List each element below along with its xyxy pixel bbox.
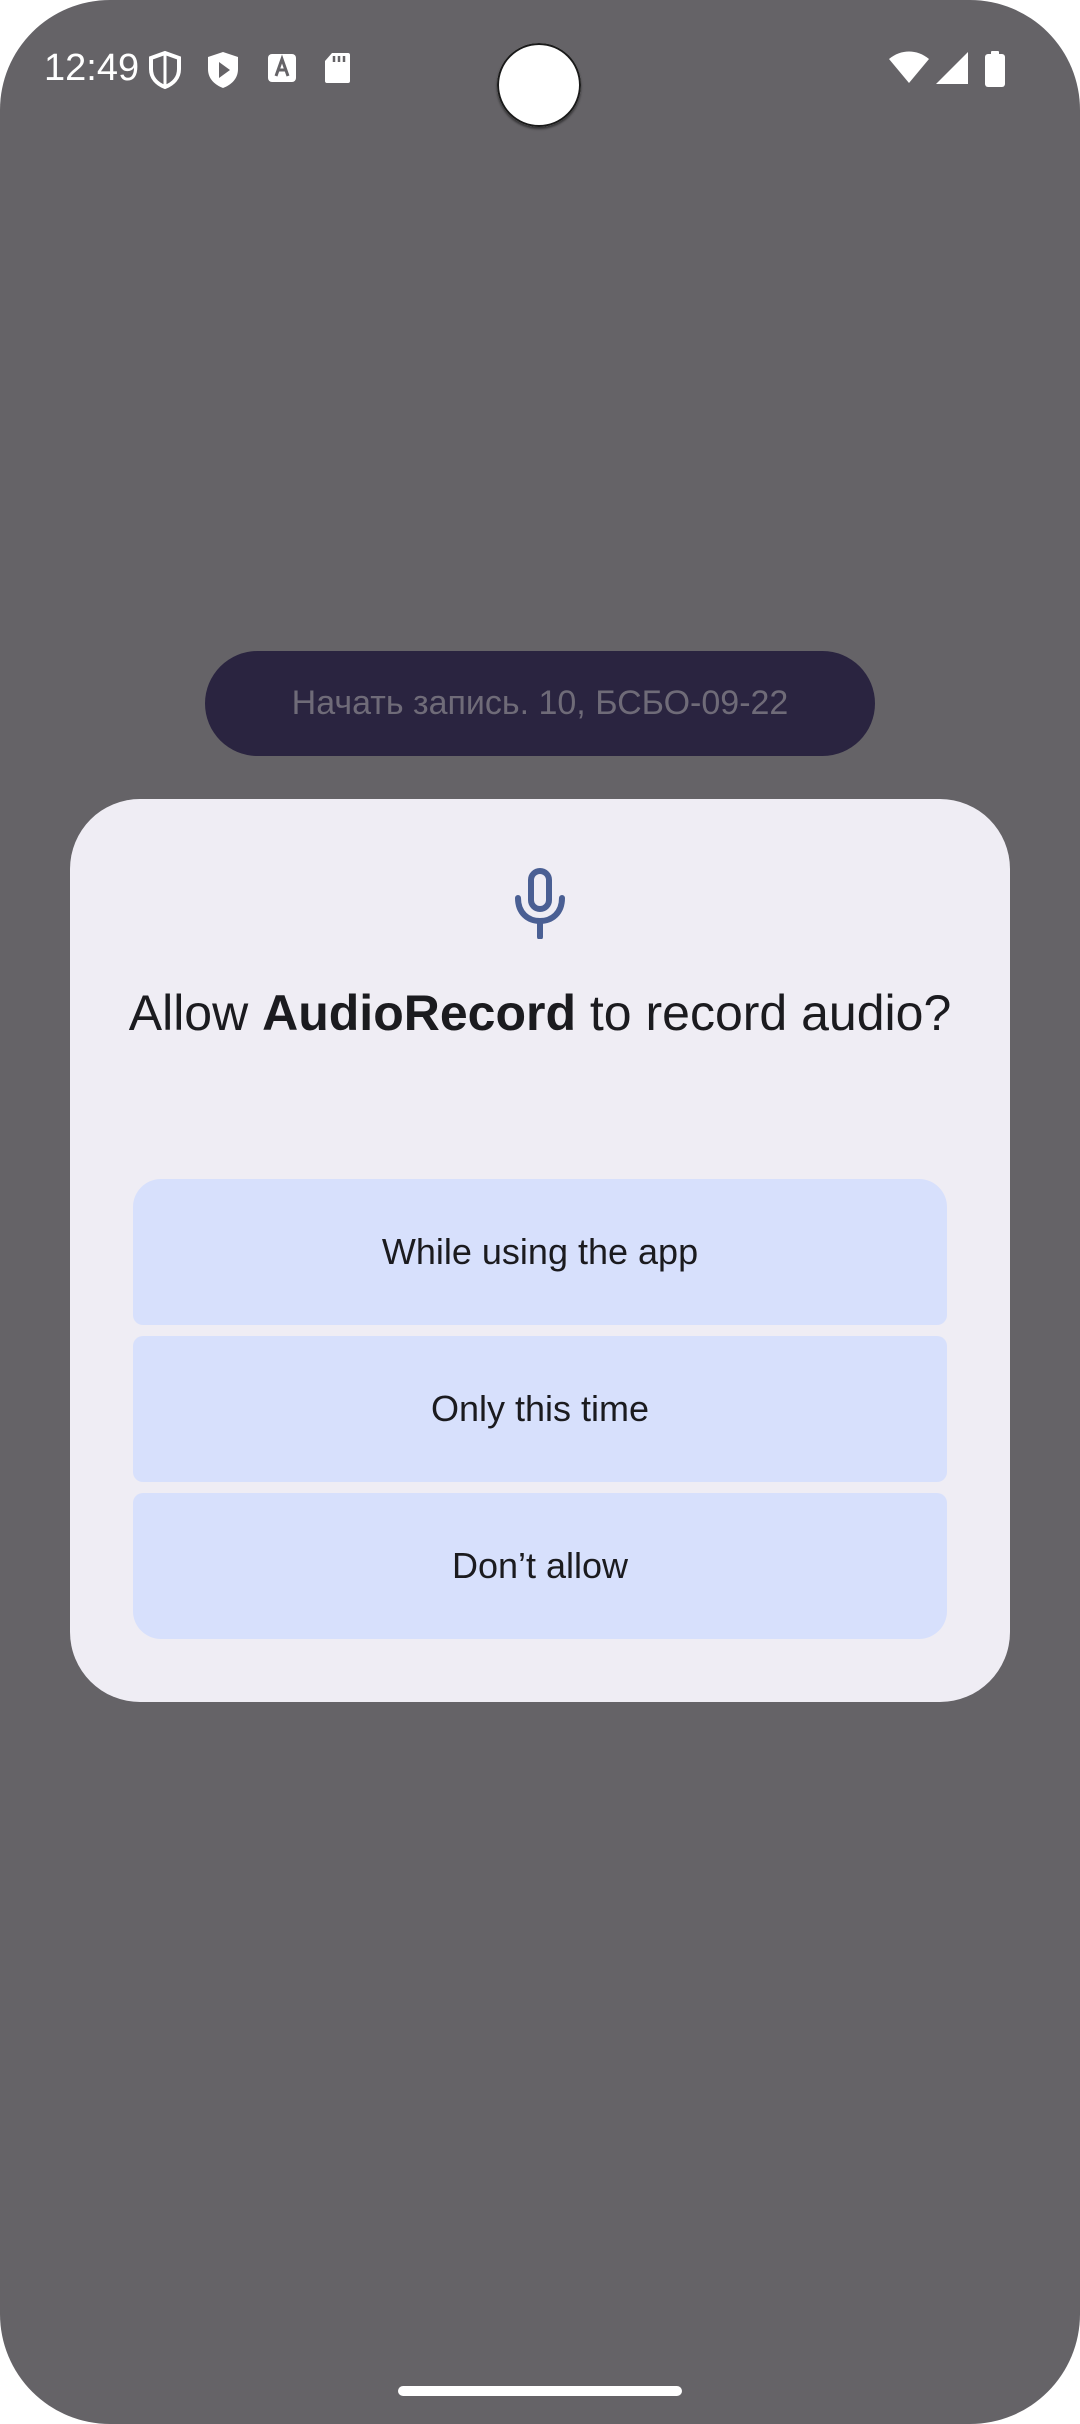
dialog-title-suffix: to record audio? xyxy=(576,985,952,1041)
start-recording-button[interactable]: Начать запись. 10, БСБО-09-22 xyxy=(205,651,875,756)
dialog-title: Allow AudioRecord to record audio? xyxy=(110,982,970,1044)
cell-signal-icon xyxy=(934,50,970,86)
play-protect-icon xyxy=(206,50,240,90)
shield-icon xyxy=(148,50,182,90)
font-a-icon xyxy=(266,50,298,86)
device-screen: 12:49 Начать запись. 10, БСБО-09-22 Allo… xyxy=(0,0,1080,2424)
start-recording-label: Начать запись. 10, БСБО-09-22 xyxy=(291,684,789,722)
wifi-icon xyxy=(888,50,930,86)
microphone-icon xyxy=(510,867,570,940)
dialog-title-prefix: Allow xyxy=(128,985,263,1041)
front-camera-cutout xyxy=(497,43,581,127)
only-this-time-button[interactable]: Only this time xyxy=(133,1336,947,1482)
permission-dialog: Allow AudioRecord to record audio? While… xyxy=(70,799,1010,1702)
dont-allow-button[interactable]: Don’t allow xyxy=(133,1493,947,1639)
battery-icon xyxy=(984,50,1006,88)
dialog-app-name: AudioRecord xyxy=(262,985,577,1041)
home-gesture-bar[interactable] xyxy=(398,2386,682,2396)
while-using-app-button[interactable]: While using the app xyxy=(133,1179,947,1325)
status-time: 12:49 xyxy=(44,47,140,89)
sd-card-icon xyxy=(322,50,352,86)
